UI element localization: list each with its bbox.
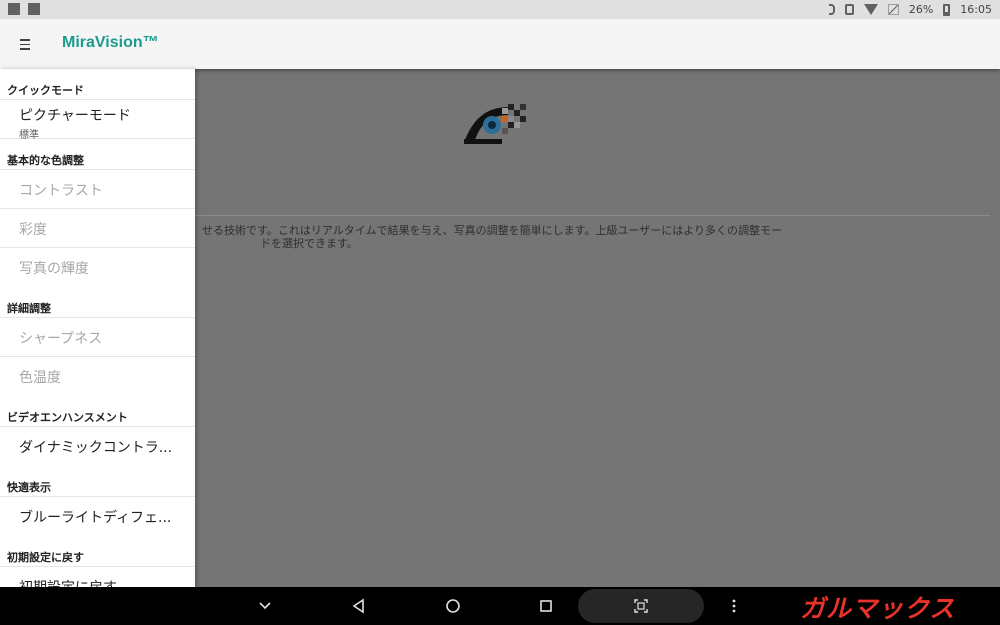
image-icon xyxy=(28,3,40,15)
picture-mode-item[interactable]: ピクチャーモード 標準 xyxy=(0,100,195,141)
section-header-comfort-view: 快適表示 xyxy=(0,466,195,497)
section-header-video-enhancement: ビデオエンハンスメント xyxy=(0,396,195,427)
saturation-item[interactable]: 彩度 xyxy=(0,209,195,248)
sharpness-item[interactable]: シャープネス xyxy=(0,318,195,357)
recents-icon[interactable] xyxy=(535,595,557,617)
section-header-quick-mode: クイックモード xyxy=(0,69,195,100)
chevron-down-icon[interactable] xyxy=(254,595,276,617)
miravision-eye-icon xyxy=(464,104,526,144)
app-title: MiraVision™ xyxy=(62,34,159,51)
vibrate-icon xyxy=(844,4,854,15)
screenshot-icon[interactable] xyxy=(630,595,652,617)
section-header-detail: 詳細調整 xyxy=(0,287,195,318)
contrast-item[interactable]: コントラスト xyxy=(0,170,195,209)
color-temperature-item[interactable]: 色温度 xyxy=(0,357,195,396)
battery-icon xyxy=(943,3,951,16)
no-signal-icon xyxy=(887,4,899,15)
wifi-icon xyxy=(863,4,878,15)
bluetooth-icon xyxy=(828,4,835,15)
back-icon[interactable] xyxy=(348,595,370,617)
dynamic-contrast-item[interactable]: ダイナミックコントラ... xyxy=(0,427,195,466)
home-icon[interactable] xyxy=(442,595,464,617)
battery-percent: 26% xyxy=(908,3,934,16)
navigation-drawer: クイックモード ピクチャーモード 標準 基本的な色調整 コントラスト 彩度 写真… xyxy=(0,69,195,587)
status-bar: 26% 16:05 xyxy=(0,0,1000,19)
map-pin-icon xyxy=(8,3,20,15)
hamburger-menu-icon[interactable] xyxy=(20,39,30,50)
watermark: ガルマックス xyxy=(800,594,956,623)
photo-brightness-item[interactable]: 写真の輝度 xyxy=(0,248,195,287)
picture-mode-label: ピクチャーモード xyxy=(19,108,131,124)
description-text: せる技術です。これはリアルタイムで結果を与え、写真の調整を簡単にします。上級ユー… xyxy=(202,224,783,250)
more-vert-icon[interactable] xyxy=(723,595,745,617)
app-bar: MiraVision™ xyxy=(0,19,1000,69)
navigation-bar: ガルマックス xyxy=(0,587,1000,625)
reset-defaults-item[interactable]: 初期設定に戻す xyxy=(0,567,195,587)
blue-light-item[interactable]: ブルーライトディフェ... xyxy=(0,497,195,536)
clock: 16:05 xyxy=(960,3,992,16)
section-header-basic-color: 基本的な色調整 xyxy=(0,139,195,170)
section-header-reset: 初期設定に戻す xyxy=(0,536,195,567)
divider xyxy=(195,215,990,216)
